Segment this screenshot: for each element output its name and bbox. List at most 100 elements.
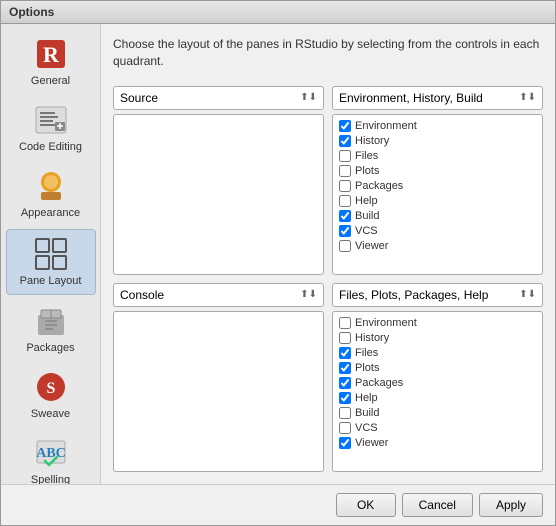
top-right-checkbox-item: Help [339,194,536,208]
sidebar-item-general[interactable]: R General [6,30,96,94]
main-content: Choose the layout of the panes in RStudi… [101,24,555,484]
sidebar-item-sweave[interactable]: S Sweave [6,363,96,427]
top-right-checkbox-help[interactable] [339,195,351,207]
cancel-button[interactable]: Cancel [402,493,473,517]
dialog-title: Options [9,5,54,19]
code-editing-icon [33,102,69,138]
bottom-right-label-viewer: Viewer [355,437,388,449]
pane-top-right-dropdown[interactable]: Environment, History, Build ⬆⬇ [332,86,543,110]
bottom-right-label-vcs: VCS [355,422,378,434]
pane-bottom-left: Console ⬆⬇ [113,283,324,472]
top-right-label-vcs: VCS [355,225,378,237]
bottom-right-label-help: Help [355,392,378,404]
pane-bottom-left-arrow: ⬆⬇ [300,289,317,300]
top-right-checkbox-build[interactable] [339,210,351,222]
dialog-footer: OK Cancel Apply [1,484,555,525]
pane-top-left-dropdown[interactable]: Source ⬆⬇ [113,86,324,110]
bottom-right-label-environment: Environment [355,317,417,329]
top-right-label-files: Files [355,150,378,162]
pane-top-right-value: Environment, History, Build [339,91,483,105]
sidebar-item-spelling[interactable]: ABC Spelling [6,429,96,484]
top-right-label-build: Build [355,210,379,222]
bottom-right-checkbox-plots[interactable] [339,362,351,374]
top-right-label-plots: Plots [355,165,379,177]
sidebar-item-sweave-label: Sweave [31,408,70,421]
bottom-right-checkbox-vcs[interactable] [339,422,351,434]
bottom-right-checkbox-packages[interactable] [339,377,351,389]
top-right-checkbox-item: VCS [339,224,536,238]
top-right-label-viewer: Viewer [355,240,388,252]
pane-bottom-left-dropdown[interactable]: Console ⬆⬇ [113,283,324,307]
sidebar-item-appearance[interactable]: Appearance [6,162,96,226]
ok-button[interactable]: OK [336,493,396,517]
options-dialog: Options R General [0,0,556,526]
description-text: Choose the layout of the panes in RStudi… [113,36,543,70]
apply-button[interactable]: Apply [479,493,543,517]
pane-bottom-left-value: Console [120,288,164,302]
bottom-right-checkbox-item: History [339,331,536,345]
pane-bottom-right-value: Files, Plots, Packages, Help [339,288,488,302]
top-right-checkbox-item: Environment [339,119,536,133]
sidebar-item-spelling-label: Spelling [31,474,70,484]
sidebar-item-pane-layout[interactable]: Pane Layout [6,229,96,295]
bottom-right-checkbox-item: Build [339,406,536,420]
top-right-checkbox-packages[interactable] [339,180,351,192]
pane-bottom-right-checkboxes: Environment History Files Plots Packages Help… [332,311,543,472]
pane-bottom-right-arrow: ⬆⬇ [519,289,536,300]
sidebar-item-pane-layout-label: Pane Layout [20,275,82,288]
pane-layout-icon [33,236,69,272]
top-right-label-help: Help [355,195,378,207]
top-right-checkbox-item: Plots [339,164,536,178]
top-right-checkbox-history[interactable] [339,135,351,147]
bottom-right-checkbox-build[interactable] [339,407,351,419]
top-right-checkbox-item: Build [339,209,536,223]
spelling-icon: ABC [33,435,69,471]
bottom-right-checkbox-item: VCS [339,421,536,435]
top-right-checkbox-plots[interactable] [339,165,351,177]
sidebar-item-packages[interactable]: Packages [6,297,96,361]
pane-top-left-arrow: ⬆⬇ [300,92,317,103]
bottom-right-checkbox-item: Environment [339,316,536,330]
sidebar-item-general-label: General [31,75,70,88]
bottom-right-checkbox-files[interactable] [339,347,351,359]
bottom-right-checkbox-item: Files [339,346,536,360]
pane-top-right-checkboxes: Environment History Files Plots Packages Help… [332,114,543,275]
sidebar-item-code-editing-label: Code Editing [19,141,82,154]
pane-bottom-right-dropdown[interactable]: Files, Plots, Packages, Help ⬆⬇ [332,283,543,307]
bottom-right-label-packages: Packages [355,377,403,389]
pane-top-right: Environment, History, Build ⬆⬇ Environme… [332,86,543,275]
top-right-checkbox-files[interactable] [339,150,351,162]
top-right-checkbox-viewer[interactable] [339,240,351,252]
svg-text:ABC: ABC [36,446,66,461]
bottom-right-checkbox-item: Help [339,391,536,405]
top-right-checkbox-environment[interactable] [339,120,351,132]
dialog-body: R General [1,24,555,484]
general-icon: R [33,36,69,72]
title-bar: Options [1,1,555,24]
top-right-label-environment: Environment [355,120,417,132]
top-right-label-packages: Packages [355,180,403,192]
svg-text:R: R [43,42,60,67]
pane-bottom-left-checkboxes [113,311,324,472]
pane-grid: Source ⬆⬇ Environment, History, Build ⬆⬇… [113,86,543,472]
bottom-right-checkbox-item: Plots [339,361,536,375]
bottom-right-checkbox-environment[interactable] [339,317,351,329]
top-right-checkbox-item: History [339,134,536,148]
packages-icon [33,303,69,339]
svg-text:S: S [46,380,55,397]
bottom-right-checkbox-help[interactable] [339,392,351,404]
bottom-right-checkbox-viewer[interactable] [339,437,351,449]
bottom-right-label-history: History [355,332,389,344]
pane-top-left-checkboxes [113,114,324,275]
sidebar-item-code-editing[interactable]: Code Editing [6,96,96,160]
top-right-checkbox-vcs[interactable] [339,225,351,237]
bottom-right-label-plots: Plots [355,362,379,374]
bottom-right-checkbox-history[interactable] [339,332,351,344]
appearance-icon [33,168,69,204]
bottom-right-label-build: Build [355,407,379,419]
bottom-right-label-files: Files [355,347,378,359]
sidebar: R General [1,24,101,484]
pane-bottom-right: Files, Plots, Packages, Help ⬆⬇ Environm… [332,283,543,472]
top-right-checkbox-item: Files [339,149,536,163]
top-right-checkbox-item: Viewer [339,239,536,253]
